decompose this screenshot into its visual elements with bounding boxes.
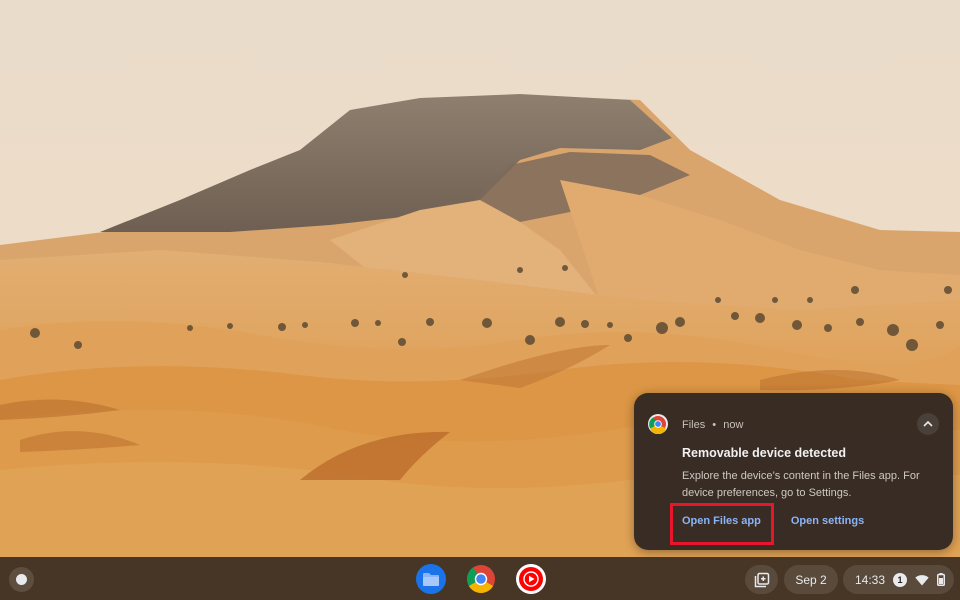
notification-count-badge: 1 (893, 572, 908, 587)
shelf-app-youtube-music[interactable] (516, 564, 546, 594)
folder-icon (423, 572, 439, 586)
status-area-button[interactable]: 14:33 1 (843, 565, 954, 594)
chrome-icon (467, 565, 495, 593)
chrome-icon (648, 414, 668, 435)
youtube-music-icon (519, 567, 543, 591)
wifi-icon (915, 574, 929, 585)
time-label: 14:33 (855, 572, 886, 587)
launcher-button[interactable] (9, 567, 34, 592)
notification-header: Files • now (682, 419, 743, 431)
holding-space-icon (754, 572, 769, 587)
shelf-app-files[interactable] (416, 564, 446, 594)
notification-app-name: Files (682, 419, 706, 431)
holding-space-button[interactable] (745, 565, 778, 594)
chevron-up-icon (923, 420, 933, 427)
notification-separator: • (712, 419, 717, 431)
highlight-box (670, 503, 774, 545)
date-tray-button[interactable]: Sep 2 (784, 565, 838, 594)
launcher-icon (16, 574, 27, 585)
notification-body: Explore the device’s content in the File… (682, 470, 920, 499)
battery-icon (937, 573, 946, 586)
notification-time: now (723, 419, 744, 431)
collapse-button[interactable] (917, 413, 939, 435)
open-settings-button[interactable]: Open settings (791, 515, 864, 527)
date-label: Sep 2 (795, 572, 827, 587)
shelf-app-chrome[interactable] (466, 564, 496, 594)
notification-title: Removable device detected (682, 446, 846, 460)
